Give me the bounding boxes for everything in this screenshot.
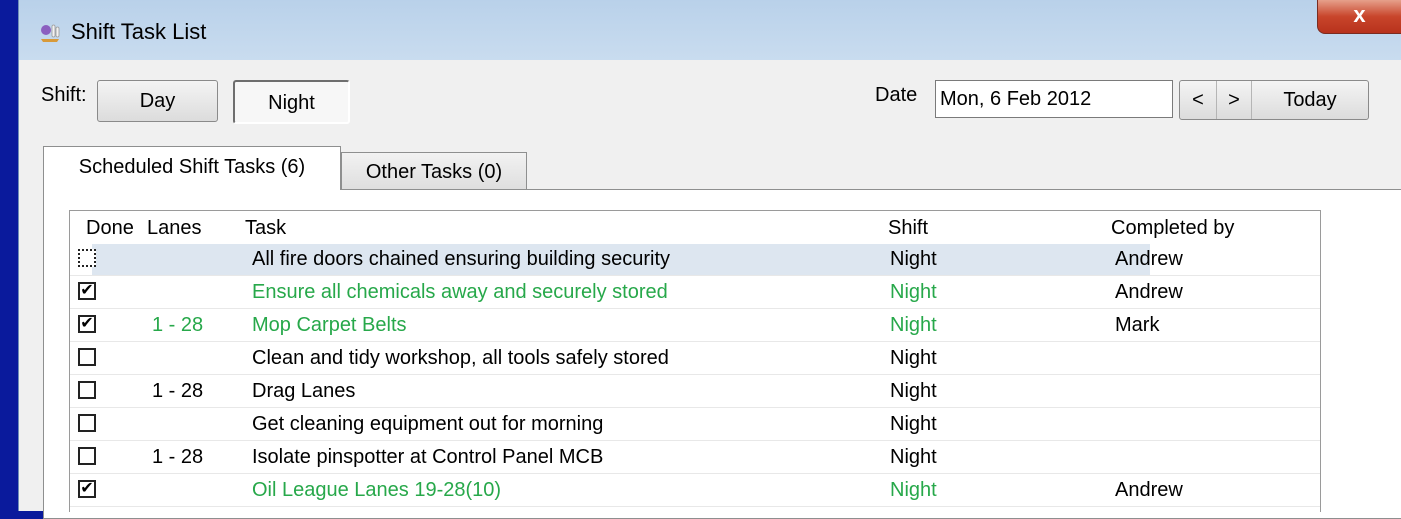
table-row[interactable]: All fire doors chained ensuring building… xyxy=(70,244,1320,276)
task-cell: Oil League Lanes 19-28(10) xyxy=(252,479,502,501)
done-checkbox[interactable] xyxy=(78,447,96,465)
task-cell: Get cleaning equipment out for morning xyxy=(252,413,604,435)
check-icon: ✔ xyxy=(80,282,94,299)
done-checkbox[interactable] xyxy=(78,348,96,366)
task-cell: All fire doors chained ensuring building… xyxy=(252,248,671,270)
shift-cell: Night xyxy=(890,413,937,435)
date-label: Date xyxy=(875,84,918,106)
shift-cell: Night xyxy=(890,281,937,303)
next-day-button[interactable]: > xyxy=(1217,81,1252,119)
completed-by-cell: Andrew xyxy=(1115,281,1183,303)
task-cell: Clean and tidy workshop, all tools safel… xyxy=(252,347,669,369)
check-icon: ✔ xyxy=(80,315,94,332)
shift-cell: Night xyxy=(890,347,937,369)
done-checkbox[interactable] xyxy=(78,414,96,432)
done-checkbox[interactable]: ✔ xyxy=(78,480,96,498)
shift-cell: Night xyxy=(890,314,937,336)
lanes-cell: 1 - 28 xyxy=(152,314,204,336)
tab-scheduled-shift-tasks[interactable]: Scheduled Shift Tasks (6) xyxy=(43,146,341,190)
tab-other-tasks[interactable]: Other Tasks (0) xyxy=(341,152,527,190)
window-title: Shift Task List xyxy=(71,19,207,44)
completed-by-cell: Andrew xyxy=(1115,479,1183,501)
shift-cell: Night xyxy=(890,479,937,501)
shift-label: Shift: xyxy=(41,84,87,106)
table-row[interactable]: ✔ 1 - 28 Mop Carpet Belts Night Mark xyxy=(70,310,1320,342)
prev-day-button[interactable]: < xyxy=(1180,81,1217,119)
date-nav-group: < > Today xyxy=(1179,80,1369,120)
bowling-icon xyxy=(39,22,61,42)
date-input[interactable] xyxy=(935,80,1173,118)
task-cell: Mop Carpet Belts xyxy=(252,314,407,336)
shift-cell: Night xyxy=(890,248,937,270)
table-row[interactable]: Get cleaning equipment out for morning Ni… xyxy=(70,409,1320,441)
table-row[interactable]: ✔ Ensure all chemicals away and securely … xyxy=(70,277,1320,309)
client-area: Shift: Day Night Date < > Today Schedule… xyxy=(19,60,1401,519)
table-row[interactable]: ✔ Oil League Lanes 19-28(10) Night Andrew xyxy=(70,475,1320,507)
done-checkbox[interactable]: ✔ xyxy=(78,282,96,300)
column-header-task[interactable]: Task xyxy=(245,217,286,240)
column-header-done[interactable]: Done xyxy=(86,217,134,240)
close-button[interactable]: x xyxy=(1317,0,1401,34)
shift-cell: Night xyxy=(890,446,937,468)
column-header-shift[interactable]: Shift xyxy=(888,217,928,240)
lanes-cell: 1 - 28 xyxy=(152,380,204,402)
completed-by-cell: Andrew xyxy=(1115,248,1183,270)
table-row[interactable]: Clean and tidy workshop, all tools safel… xyxy=(70,343,1320,375)
table-row[interactable]: 1 - 28 Drag Lanes Night xyxy=(70,376,1320,408)
shift-cell: Night xyxy=(890,380,937,402)
task-grid: Done Lanes Task Shift Completed by All f… xyxy=(69,210,1321,512)
night-shift-button[interactable]: Night xyxy=(233,80,350,124)
done-checkbox[interactable] xyxy=(78,381,96,399)
lanes-cell: 1 - 28 xyxy=(152,446,204,468)
column-header-completed-by[interactable]: Completed by xyxy=(1111,217,1234,240)
completed-by-cell: Mark xyxy=(1115,314,1160,336)
title-bar[interactable]: Shift Task List x xyxy=(19,0,1401,58)
day-shift-button[interactable]: Day xyxy=(97,80,218,122)
table-row[interactable]: 1 - 28 Isolate pinspotter at Control Pane… xyxy=(70,442,1320,474)
task-cell: Drag Lanes xyxy=(252,380,356,402)
task-cell: Ensure all chemicals away and securely s… xyxy=(252,281,668,303)
check-icon: ✔ xyxy=(80,480,94,497)
done-checkbox[interactable]: ✔ xyxy=(78,315,96,333)
column-header-lanes[interactable]: Lanes xyxy=(147,217,202,240)
today-button[interactable]: Today xyxy=(1252,81,1368,119)
shift-task-list-window: Shift Task List x Shift: Day Night Date … xyxy=(18,0,1401,519)
task-cell: Isolate pinspotter at Control Panel MCB xyxy=(252,446,604,468)
close-icon: x xyxy=(1353,2,1366,27)
done-checkbox[interactable] xyxy=(78,249,96,267)
